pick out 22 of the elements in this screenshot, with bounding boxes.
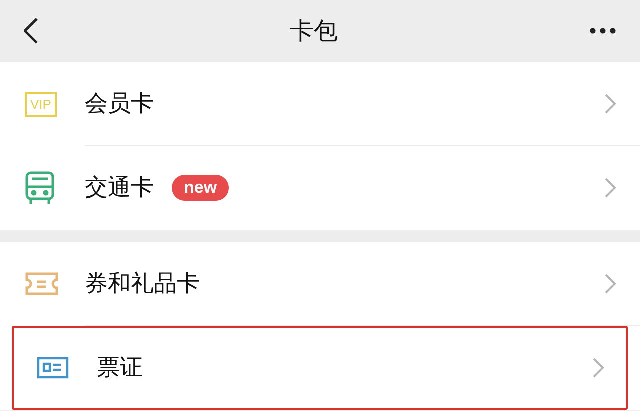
item-label: 会员卡 [85, 90, 154, 119]
item-label: 券和礼品卡 [85, 270, 200, 299]
more-icon [590, 28, 616, 34]
chevron-icon [605, 178, 616, 198]
chevron-icon [605, 94, 616, 114]
back-icon [24, 18, 38, 44]
more-button[interactable] [590, 28, 616, 34]
list-item[interactable]: 票证 [12, 326, 628, 410]
bus-icon [25, 171, 55, 205]
list-item[interactable]: 券和礼品卡 [0, 242, 640, 326]
chevron-icon [605, 274, 616, 294]
list-item[interactable]: VIP 会员卡 [0, 62, 640, 146]
item-label: 交通卡 [85, 174, 154, 203]
item-label: 票证 [97, 354, 143, 383]
id-card-icon [37, 357, 69, 379]
coupon-icon [25, 272, 59, 296]
vip-icon: VIP [25, 92, 57, 116]
page-title: 卡包 [290, 16, 338, 47]
back-button[interactable] [24, 18, 38, 44]
list-item[interactable]: 交通卡 new [0, 146, 640, 230]
new-badge: new [172, 175, 230, 201]
chevron-icon [593, 358, 604, 378]
